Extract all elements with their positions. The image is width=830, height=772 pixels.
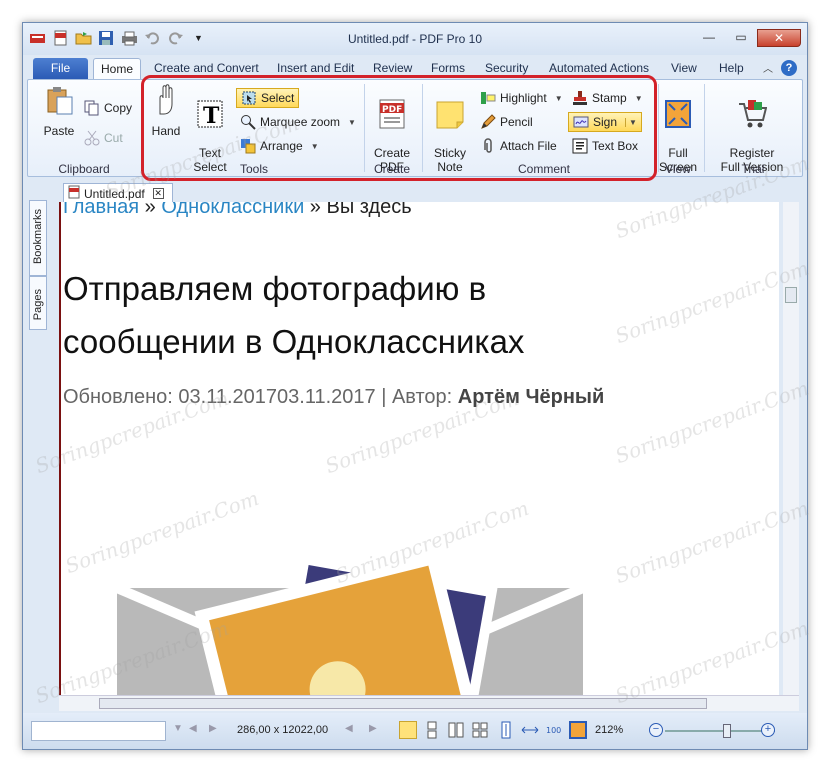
page-dropdown-icon[interactable]: ▼ bbox=[173, 723, 183, 734]
tab-insert-and-edit[interactable]: Insert and Edit bbox=[277, 61, 354, 75]
page-number-input[interactable] bbox=[31, 721, 166, 741]
group-label-trial: Trial bbox=[741, 162, 765, 176]
cut-button[interactable]: Cut bbox=[84, 128, 123, 148]
updated-label: Обновлено: 03.11.201703.11.2017 | Автор: bbox=[63, 386, 458, 408]
tab-help[interactable]: Help bbox=[719, 61, 744, 75]
actual-size-icon[interactable]: 100 bbox=[545, 721, 563, 739]
tab-view[interactable]: View bbox=[671, 61, 697, 75]
zoom-slider[interactable] bbox=[665, 724, 775, 738]
back-icon[interactable]: ◀ bbox=[345, 723, 353, 734]
breadcrumb: Главная » Одноклассники » Вы здесь bbox=[63, 202, 412, 219]
document-page[interactable]: Главная » Одноклассники » Вы здесь Отпра… bbox=[59, 202, 779, 695]
group-label-clipboard: Clipboard bbox=[58, 162, 110, 176]
facing-view-icon[interactable] bbox=[447, 721, 465, 739]
breadcrumb-current: Вы здесь bbox=[326, 202, 412, 218]
horizontal-scroll-thumb[interactable] bbox=[99, 698, 707, 709]
vertical-scroll-thumb[interactable] bbox=[785, 287, 797, 303]
help-icon[interactable]: ? bbox=[781, 60, 797, 76]
close-tab-icon[interactable]: ✕ bbox=[152, 188, 164, 199]
zoom-in-icon[interactable]: + bbox=[761, 723, 775, 737]
single-page-view-icon[interactable] bbox=[399, 721, 417, 739]
fit-width-icon[interactable] bbox=[521, 721, 539, 739]
breadcrumb-separator: » bbox=[139, 202, 162, 218]
zoom-slider-knob[interactable] bbox=[723, 724, 731, 738]
paste-label: Paste bbox=[43, 124, 75, 138]
status-bar: ▼ ◀ ▶ 286,00 x 12022,00 ◀ ▶ 100 212% − + bbox=[23, 713, 807, 749]
title-bar: ▼ Untitled.pdf - PDF Pro 10 — ▭ ✕ bbox=[23, 23, 807, 55]
tab-forms[interactable]: Forms bbox=[431, 61, 465, 75]
vertical-scrollbar[interactable] bbox=[783, 202, 799, 695]
tab-review[interactable]: Review bbox=[373, 61, 412, 75]
paste-button[interactable]: Paste bbox=[36, 84, 82, 138]
copy-button[interactable]: Copy bbox=[84, 98, 132, 118]
maximize-button[interactable]: ▭ bbox=[725, 29, 757, 47]
zoom-level: 212% bbox=[595, 724, 624, 736]
author-name: Артём Чёрный bbox=[457, 386, 605, 408]
bookmarks-tab[interactable]: Bookmarks bbox=[29, 200, 47, 276]
pdf-file-icon bbox=[68, 185, 80, 202]
breadcrumb-section-link[interactable]: Одноклассники bbox=[161, 202, 304, 218]
shopping-cart-icon bbox=[737, 98, 768, 130]
breadcrumb-separator: » bbox=[304, 202, 327, 218]
tab-file[interactable]: File bbox=[33, 58, 88, 79]
scissors-icon bbox=[84, 130, 100, 146]
full-screen-icon bbox=[663, 98, 693, 130]
document-tab[interactable]: Untitled.pdf ✕ bbox=[63, 183, 173, 203]
svg-text:100: 100 bbox=[546, 726, 561, 735]
bookmarks-label: Bookmarks bbox=[32, 209, 44, 265]
article-meta: Обновлено: 03.11.201703.11.2017 | Автор:… bbox=[63, 386, 604, 409]
app-window: ▼ Untitled.pdf - PDF Pro 10 — ▭ ✕ File H… bbox=[22, 22, 808, 750]
grid-view-icon[interactable] bbox=[471, 721, 489, 739]
window-controls: — ▭ ✕ bbox=[693, 29, 801, 47]
separator bbox=[704, 84, 705, 172]
pages-tab[interactable]: Pages bbox=[29, 276, 47, 330]
copy-icon bbox=[84, 100, 100, 116]
forward-icon[interactable]: ▶ bbox=[369, 723, 377, 734]
tab-automated-actions[interactable]: Automated Actions bbox=[549, 61, 649, 75]
fit-page-icon[interactable] bbox=[569, 721, 587, 739]
collapse-ribbon-icon[interactable]: ︿ bbox=[763, 60, 773, 75]
pages-label: Pages bbox=[32, 289, 44, 321]
horizontal-scrollbar[interactable] bbox=[59, 695, 799, 711]
group-label-view: View bbox=[665, 162, 691, 176]
tab-create-and-convert[interactable]: Create and Convert bbox=[154, 61, 259, 75]
page-dimensions: 286,00 x 12022,00 bbox=[237, 724, 329, 736]
first-page-icon[interactable]: ◀ bbox=[189, 723, 197, 734]
last-page-icon[interactable]: ▶ bbox=[209, 723, 217, 734]
copy-label: Copy bbox=[104, 101, 133, 115]
breadcrumb-home-link[interactable]: Главная bbox=[63, 202, 139, 218]
article-heading: Отправляем фотографию в сообщении в Одно… bbox=[63, 270, 525, 360]
side-panel: Bookmarks Pages bbox=[27, 180, 49, 700]
continuous-view-icon[interactable] bbox=[423, 721, 441, 739]
document-tab-label: Untitled.pdf bbox=[84, 186, 145, 201]
tab-security[interactable]: Security bbox=[485, 61, 528, 75]
annotation-highlight-box bbox=[141, 75, 657, 181]
paste-icon bbox=[44, 84, 74, 116]
cut-label: Cut bbox=[104, 131, 123, 145]
minimize-button[interactable]: — bbox=[693, 29, 725, 47]
close-button[interactable]: ✕ bbox=[757, 29, 801, 47]
photo-envelope-illustration bbox=[117, 558, 585, 695]
tab-home[interactable]: Home bbox=[93, 58, 141, 80]
window-title: Untitled.pdf - PDF Pro 10 bbox=[347, 32, 483, 46]
fit-height-icon[interactable] bbox=[497, 721, 515, 739]
zoom-out-icon[interactable]: − bbox=[649, 723, 663, 737]
